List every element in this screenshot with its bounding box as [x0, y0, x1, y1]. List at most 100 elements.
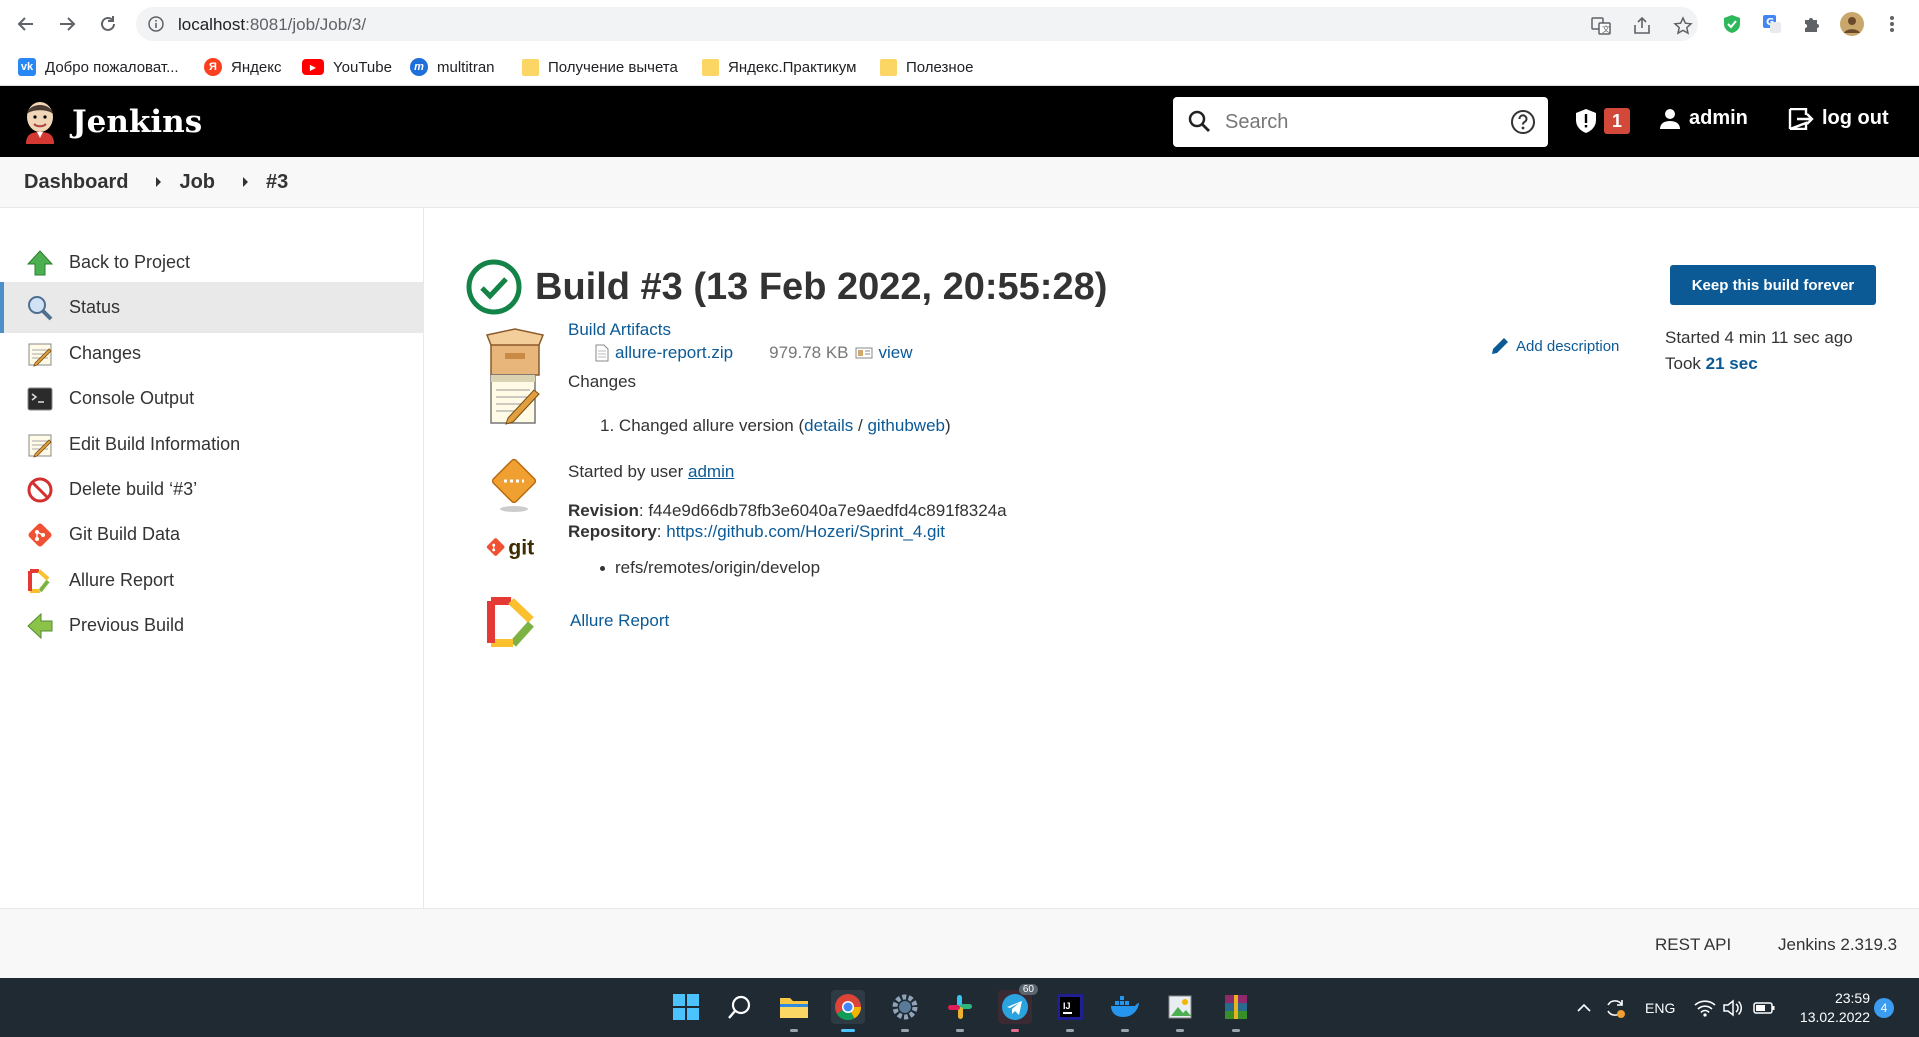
- clock-time: 23:59: [1834, 990, 1870, 1006]
- battery-icon[interactable]: [1753, 978, 1775, 1037]
- breadcrumb-build[interactable]: #3: [266, 171, 288, 194]
- change-githubweb-link[interactable]: githubweb: [867, 416, 945, 435]
- windows-start-icon[interactable]: [669, 990, 703, 1024]
- sidebar-item-allure-report[interactable]: Allure Report: [0, 555, 424, 606]
- menu-kebab-icon[interactable]: [1880, 12, 1904, 36]
- sidebar-item-edit-build-information[interactable]: Edit Build Information: [0, 419, 424, 470]
- image-viewer-icon[interactable]: [1163, 990, 1197, 1032]
- taskbar-clock[interactable]: 23:59 13.02.2022: [1796, 989, 1870, 1027]
- input-language[interactable]: ENG: [1645, 978, 1675, 1037]
- started-by-user-link[interactable]: admin: [688, 462, 734, 481]
- taskbar-search-icon[interactable]: [723, 990, 757, 1024]
- shield-extension-icon[interactable]: [1720, 12, 1744, 36]
- help-icon[interactable]: [1510, 109, 1536, 135]
- user-menu[interactable]: admin: [1659, 107, 1748, 130]
- sidebar-item-delete-build[interactable]: Delete build ‘#3’: [0, 464, 424, 515]
- translate-icon[interactable]: 文: [1589, 14, 1613, 38]
- add-description-link[interactable]: Add description: [1490, 336, 1619, 356]
- logout-label: log out: [1822, 107, 1889, 129]
- breadcrumb-separator-icon[interactable]: [243, 177, 249, 187]
- breadcrumb-job[interactable]: Job: [179, 171, 215, 194]
- wifi-icon[interactable]: [1694, 978, 1716, 1037]
- jenkins-logo[interactable]: Jenkins: [22, 100, 202, 144]
- profile-avatar[interactable]: [1840, 12, 1864, 36]
- running-indicator: [1232, 1029, 1240, 1032]
- sidebar-item-status[interactable]: Status: [0, 282, 424, 333]
- chrome-icon[interactable]: [831, 990, 865, 1032]
- git-repository-line: Repository: https://github.com/Hozeri/Sp…: [568, 522, 945, 541]
- sidebar-item-previous-build[interactable]: Previous Build: [0, 600, 424, 651]
- sidebar: Back to Project Status Changes Console O…: [0, 208, 424, 908]
- bookmark-multitran[interactable]: m multitran: [410, 56, 495, 78]
- sidebar-item-git-build-data[interactable]: Git Build Data: [0, 509, 424, 560]
- change-entry: 1. Changed allure version (details / git…: [600, 416, 951, 435]
- slack-icon[interactable]: [943, 990, 977, 1032]
- allure-report-link[interactable]: Allure Report: [570, 611, 669, 630]
- folder-icon: [522, 58, 539, 76]
- clock-date: 13.02.2022: [1799, 1009, 1870, 1025]
- git-icon: [26, 521, 54, 549]
- sidebar-item-changes[interactable]: Changes: [0, 328, 424, 379]
- share-icon[interactable]: [1630, 14, 1654, 38]
- security-monitor[interactable]: 1: [1574, 108, 1630, 134]
- file-explorer-icon[interactable]: [777, 990, 811, 1032]
- tray-chevron-icon[interactable]: [1576, 978, 1592, 1037]
- intellij-icon[interactable]: IJ: [1053, 990, 1087, 1032]
- telegram-icon[interactable]: 60: [998, 984, 1038, 1032]
- pencil-icon: [1490, 336, 1510, 356]
- bookmark-folder-praktikum[interactable]: Яндекс.Практикум: [702, 56, 856, 78]
- telegram-unread-badge: 60: [1018, 984, 1038, 995]
- sidebar-item-back-to-project[interactable]: Back to Project: [0, 237, 424, 288]
- jenkins-header: Jenkins 1 admin log out: [0, 86, 1919, 157]
- bookmarks-bar: vk Добро пожаловат... Я Яндекс ▶ YouTube…: [0, 48, 1919, 86]
- search-input[interactable]: [1225, 107, 1475, 137]
- git-revision-line: Revision: f44e9d66db78fb3e6040a7e9aedfd4…: [568, 501, 1007, 520]
- page-footer: REST API Jenkins 2.319.3: [0, 908, 1919, 978]
- reload-icon[interactable]: [96, 12, 120, 36]
- rest-api-link[interactable]: REST API: [1655, 935, 1731, 955]
- winrar-icon[interactable]: [1219, 990, 1253, 1032]
- google-translate-extension-icon[interactable]: G: [1760, 12, 1784, 36]
- yandex-icon: Я: [204, 58, 222, 76]
- took-duration-link[interactable]: 21 sec: [1706, 354, 1758, 373]
- bookmark-vk[interactable]: vk Добро пожаловат...: [18, 56, 179, 78]
- jenkins-version-link[interactable]: Jenkins 2.319.3: [1778, 935, 1897, 955]
- bookmark-youtube[interactable]: ▶ YouTube: [302, 56, 392, 78]
- security-count-badge: 1: [1604, 108, 1630, 134]
- change-details-link[interactable]: details: [804, 416, 853, 435]
- success-check-icon: [465, 258, 523, 316]
- logout-link[interactable]: log out: [1788, 107, 1889, 130]
- artifact-file-link[interactable]: allure-report.zip: [615, 343, 733, 363]
- breadcrumb-separator-icon[interactable]: [156, 177, 162, 187]
- breadcrumb-dashboard[interactable]: Dashboard: [24, 171, 128, 194]
- address-bar[interactable]: localhost:8081/job/Job/3/ 文: [136, 7, 1698, 41]
- sidebar-item-label: Console Output: [69, 388, 195, 408]
- settings-gear-icon[interactable]: [888, 990, 922, 1032]
- change-message: Changed allure version: [618, 416, 794, 435]
- docker-icon[interactable]: [1108, 990, 1142, 1032]
- bookmark-star-icon[interactable]: [1671, 14, 1695, 38]
- volume-icon[interactable]: [1723, 978, 1743, 1037]
- sidebar-item-label: Previous Build: [69, 615, 185, 635]
- sidebar-item-console-output[interactable]: Console Output: [0, 373, 424, 424]
- bookmark-yandex[interactable]: Я Яндекс: [204, 56, 281, 78]
- notepad-icon: [485, 368, 545, 428]
- started-by-prefix: Started by user: [568, 462, 684, 481]
- build-title-text: Build #3 (13 Feb 2022, 20:55:28): [535, 265, 1108, 308]
- back-arrow-icon[interactable]: [14, 12, 38, 36]
- bookmark-folder-useful[interactable]: Полезное: [880, 56, 973, 78]
- build-artifacts-link[interactable]: Build Artifacts: [568, 320, 671, 339]
- info-icon[interactable]: [148, 16, 164, 32]
- keep-build-forever-button[interactable]: Keep this build forever: [1670, 265, 1876, 305]
- sidebar-item-label: Back to Project: [69, 252, 191, 272]
- notepad-icon: [26, 340, 54, 368]
- repository-link[interactable]: https://github.com/Hozeri/Sprint_4.git: [666, 522, 945, 541]
- puzzle-extensions-icon[interactable]: [1800, 12, 1824, 36]
- bookmark-folder-deduction[interactable]: Получение вычета: [522, 56, 678, 78]
- artifact-row: allure-report.zip 979.78 KB view: [595, 343, 913, 363]
- forward-arrow-icon[interactable]: [55, 12, 79, 36]
- artifact-view-link[interactable]: view: [879, 343, 913, 363]
- notification-badge[interactable]: 4: [1874, 998, 1894, 1018]
- browser-toolbar: localhost:8081/job/Job/3/ 文 G: [0, 0, 1919, 48]
- sync-icon[interactable]: [1604, 978, 1626, 1037]
